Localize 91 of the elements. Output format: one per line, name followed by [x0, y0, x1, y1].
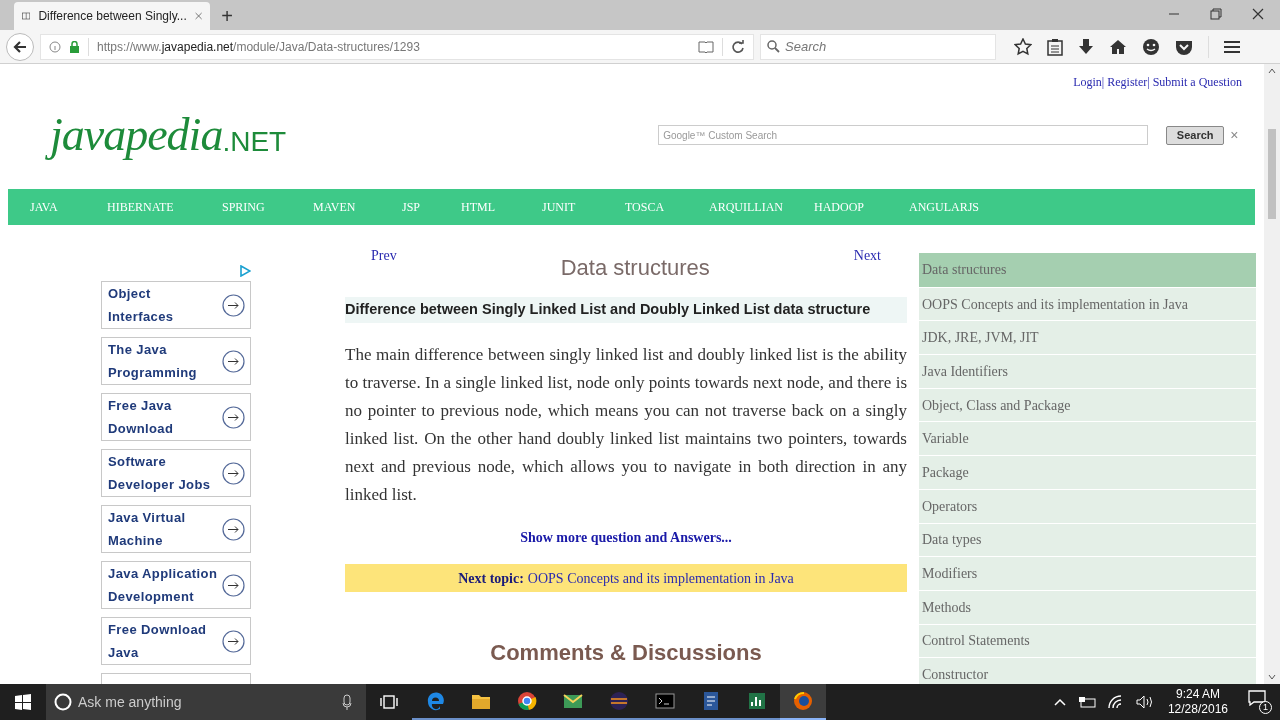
ad-link[interactable]: Java Virtual Machine [101, 505, 251, 553]
task-view-icon[interactable] [380, 695, 398, 709]
sidebar-item[interactable]: Modifiers [919, 556, 1256, 590]
search-field[interactable]: Search [760, 33, 996, 60]
ad-link[interactable]: Java Application Development [101, 561, 251, 609]
ad-link[interactable]: The Java Programming [101, 337, 251, 385]
header-link[interactable]: Submit a Question [1152, 73, 1242, 91]
sidebar-item[interactable]: Object, Class and Package [919, 387, 1256, 422]
scrollbar[interactable] [1264, 64, 1280, 684]
arrow-circle-icon [222, 405, 245, 429]
scrollbar-thumb[interactable] [1268, 129, 1276, 219]
page-icon [22, 9, 31, 23]
show-more-link[interactable]: Show more question and Answers... [520, 527, 732, 548]
ad-choices-icon[interactable] [239, 265, 251, 277]
next-topic-label: Next topic: [458, 569, 524, 588]
arrow-circle-icon [222, 629, 245, 653]
battery-icon[interactable] [1077, 696, 1096, 708]
star-icon[interactable] [1014, 37, 1032, 56]
address-bar[interactable]: https://www.javapedia.net/module/Java/Data-structures/1293 [40, 33, 754, 60]
sidebar-item[interactable]: Data structures [919, 253, 1256, 287]
message-icon [1248, 690, 1266, 706]
sidebar-item[interactable]: Operators [919, 488, 1256, 523]
arrow-circle-icon [222, 517, 245, 541]
volume-icon[interactable] [1135, 695, 1154, 709]
sidebar-item[interactable]: Java Identifiers [919, 354, 1256, 388]
menu-icon[interactable] [1224, 39, 1240, 54]
cortana-search-field[interactable]: Ask me anything [46, 684, 366, 720]
clear-button[interactable]: × [1230, 124, 1239, 146]
scroll-up-icon[interactable] [1268, 68, 1276, 74]
home-icon[interactable] [1109, 38, 1127, 55]
edge-app-icon [425, 691, 445, 711]
sidebar-item[interactable]: Methods [919, 589, 1256, 624]
chevron-up-icon[interactable] [1053, 698, 1066, 706]
sidebar-item[interactable]: Constructor [919, 657, 1256, 684]
terminal-app-icon [655, 691, 675, 711]
arrow-circle-icon [222, 573, 245, 597]
new-tab-button[interactable]: + [210, 2, 244, 30]
clock[interactable]: 9:24 AM 12/28/2016 [1165, 687, 1230, 717]
restore-icon[interactable] [1210, 8, 1222, 20]
arrow-circle-icon [222, 461, 245, 485]
lock-icon [69, 40, 80, 53]
header-link[interactable]: Register| [1107, 73, 1150, 91]
browser-tab[interactable]: Difference between Singly... [14, 2, 210, 30]
document-app-icon [701, 691, 721, 711]
microphone-icon [342, 694, 352, 710]
arrow-circle-icon [222, 349, 245, 373]
prev-link[interactable]: Prev [371, 245, 397, 266]
next-topic-link[interactable]: OOPS Concepts and its implementation in Java [527, 567, 794, 589]
search-button[interactable]: Search [1166, 125, 1225, 145]
notification-count: 1 [1259, 701, 1272, 714]
clipboard-icon[interactable] [1047, 37, 1063, 56]
close-icon[interactable] [1252, 8, 1264, 20]
ad-link[interactable]: Free Java Download [101, 393, 251, 441]
site-logo[interactable]: javapedia.NET [44, 99, 289, 171]
chart-app-icon [747, 691, 767, 711]
pocket-icon[interactable] [1175, 38, 1193, 55]
sidebar-item[interactable]: JDK, JRE, JVM, JIT [919, 320, 1256, 355]
question-heading: Difference between Singly Linked List and Doubly Linked List data structure [345, 297, 907, 323]
firefox-app-icon [793, 691, 813, 711]
notification-button[interactable]: 1 [1248, 690, 1272, 714]
reader-view-icon[interactable] [698, 40, 714, 53]
search-field[interactable]: Google™ Custom Search [658, 125, 1149, 145]
chrome-app-icon [517, 691, 537, 711]
eclipse-app-icon [609, 691, 629, 711]
search-icon [767, 39, 780, 53]
back-button[interactable] [6, 32, 34, 61]
sidebar-item[interactable]: OOPS Concepts and its implementation in Java [919, 286, 1256, 321]
circle-icon [54, 693, 72, 711]
ad-link[interactable]: Object Interfaces [101, 281, 251, 329]
sidebar-item[interactable]: Data types [919, 522, 1256, 557]
comments-heading: Comments & Discussions [490, 639, 762, 667]
back-arrow-icon [13, 39, 27, 54]
reload-icon[interactable] [731, 39, 745, 54]
arrow-circle-icon [222, 293, 245, 317]
sidebar-item[interactable]: Variable [919, 421, 1256, 456]
wifi-icon[interactable] [1107, 695, 1124, 709]
smiley-icon[interactable] [1142, 37, 1160, 56]
url-text: https://www.javapedia.net/module/Java/Data-structures/1293 [88, 37, 690, 56]
sidebar-item[interactable]: Control Statements [919, 623, 1256, 658]
next-link[interactable]: Next [853, 245, 881, 266]
windows-logo-icon [15, 694, 31, 710]
download-icon[interactable] [1078, 37, 1094, 56]
tab-title: Difference between Singly... [38, 8, 187, 25]
scroll-down-icon[interactable] [1268, 674, 1276, 680]
answer-paragraph: The main difference between singly linked list and doubly linked list is the ability to traverse. In a single linked list, node only points towards next node, and there is no pointer to previous node, which means you can not traverse back on a singly linked list. On the other hand doubly linked list maintains two pointers, towards next and previous node, which allows you to navigate in both direction in any linked list. [345, 344, 907, 506]
ad-link[interactable]: Free Download Java [101, 617, 251, 665]
mail-app-icon [563, 691, 583, 711]
ad-link[interactable]: Software Developer Jobs [101, 449, 251, 497]
page-title: Data structures [560, 254, 710, 282]
sidebar-item[interactable]: Package [919, 455, 1256, 489]
header-link[interactable]: Login| [1073, 73, 1105, 91]
